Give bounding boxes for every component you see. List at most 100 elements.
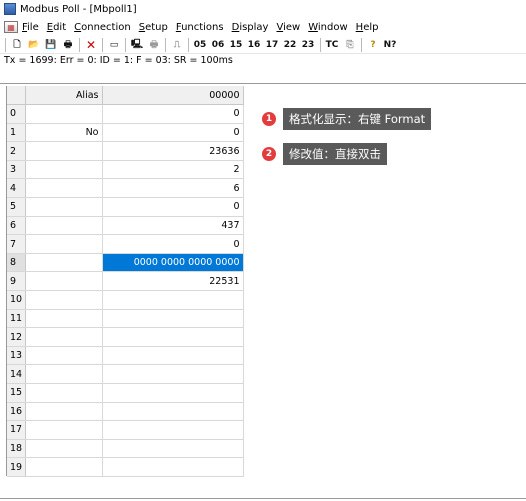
- help-icon[interactable]: ?: [366, 38, 380, 52]
- row-number[interactable]: 0: [7, 104, 26, 124]
- row-number[interactable]: 16: [7, 402, 26, 422]
- value-cell[interactable]: 0: [102, 123, 244, 143]
- alias-cell[interactable]: [25, 104, 103, 124]
- row-number[interactable]: 7: [7, 234, 26, 254]
- menu-functions[interactable]: Functions: [176, 22, 224, 33]
- alias-cell[interactable]: [25, 346, 103, 366]
- alias-cell[interactable]: [25, 178, 103, 199]
- new-file-icon[interactable]: 🗋: [10, 38, 24, 52]
- tc-button[interactable]: TC: [325, 38, 339, 52]
- print-icon[interactable]: 🖶: [61, 38, 75, 52]
- register-grid[interactable]: Alias 00000 0 0 1 No 0 2 23636 3 2 4 6 5 0 6 437 7 0 8 000…: [6, 86, 244, 477]
- bottom-border: [0, 498, 526, 499]
- alias-cell[interactable]: [25, 439, 103, 459]
- value-cell[interactable]: 23636: [102, 141, 244, 161]
- value-column-header[interactable]: 00000: [102, 86, 244, 106]
- value-cell[interactable]: 437: [102, 216, 244, 236]
- menu-display[interactable]: Display: [232, 22, 269, 33]
- alias-cell[interactable]: [25, 160, 103, 180]
- callout-badge: 2: [262, 147, 276, 161]
- value-cell[interactable]: 0: [102, 197, 244, 217]
- fc-05-button[interactable]: 05: [193, 38, 207, 52]
- value-cell[interactable]: [102, 457, 244, 477]
- value-cell[interactable]: [102, 290, 244, 310]
- alias-cell[interactable]: [25, 141, 103, 161]
- alias-cell[interactable]: [25, 290, 103, 310]
- row-number[interactable]: 2: [7, 141, 26, 161]
- menu-connection[interactable]: Connection: [74, 22, 131, 33]
- value-cell[interactable]: [102, 346, 244, 366]
- row-number[interactable]: 10: [7, 290, 26, 310]
- fc-06-button[interactable]: 06: [211, 38, 225, 52]
- row-number[interactable]: 1: [7, 123, 26, 143]
- value-cell[interactable]: [102, 309, 244, 329]
- alias-cell[interactable]: [25, 364, 103, 384]
- table-row: 6 437: [7, 216, 244, 236]
- menu-setup[interactable]: Setup: [139, 22, 168, 33]
- value-cell[interactable]: [102, 327, 244, 347]
- alias-cell[interactable]: [25, 457, 103, 477]
- alias-cell[interactable]: [25, 234, 103, 254]
- row-number[interactable]: 12: [7, 327, 26, 347]
- alias-column-header[interactable]: Alias: [25, 86, 103, 106]
- fc-22-button[interactable]: 22: [283, 38, 297, 52]
- row-number[interactable]: 9: [7, 271, 26, 292]
- alias-cell[interactable]: [25, 327, 103, 347]
- row-number[interactable]: 17: [7, 420, 26, 440]
- row-number[interactable]: 11: [7, 309, 26, 329]
- row-number[interactable]: 15: [7, 383, 26, 403]
- alias-cell[interactable]: [25, 271, 103, 292]
- window-icon[interactable]: ▭: [107, 38, 121, 52]
- fc-15-button[interactable]: 15: [229, 38, 243, 52]
- row-number[interactable]: 13: [7, 346, 26, 366]
- callout-text: 格式化显示：右键 Format: [283, 108, 432, 130]
- alias-cell[interactable]: No: [25, 123, 103, 143]
- row-number[interactable]: 14: [7, 364, 26, 384]
- alias-cell[interactable]: [25, 420, 103, 440]
- menu-window[interactable]: Window: [308, 22, 347, 33]
- left-edge: [0, 86, 4, 501]
- single-read-icon[interactable]: ⎍: [170, 38, 184, 52]
- fc-23-button[interactable]: 23: [301, 38, 315, 52]
- alias-cell[interactable]: [25, 197, 103, 217]
- open-folder-icon[interactable]: 📂: [27, 38, 41, 52]
- alias-cell[interactable]: [25, 309, 103, 329]
- connect-icon[interactable]: 🖳: [130, 38, 144, 52]
- monitor-icon[interactable]: ⎘: [343, 38, 357, 52]
- value-cell[interactable]: 0: [102, 104, 244, 124]
- save-icon[interactable]: 💾: [44, 38, 58, 52]
- delete-icon[interactable]: ✕: [84, 38, 98, 52]
- table-row: 46: [7, 178, 244, 199]
- menu-edit[interactable]: Edit: [47, 22, 66, 33]
- value-cell[interactable]: [102, 439, 244, 459]
- value-cell[interactable]: 0: [102, 234, 244, 254]
- system-menu-icon[interactable]: ▦: [4, 21, 18, 33]
- alias-cell[interactable]: [25, 216, 103, 236]
- row-number[interactable]: 6: [7, 216, 26, 236]
- alias-cell[interactable]: [25, 253, 103, 273]
- context-help-icon[interactable]: N?: [383, 38, 397, 52]
- alias-cell[interactable]: [25, 383, 103, 403]
- value-cell[interactable]: [102, 383, 244, 403]
- row-number[interactable]: 5: [7, 197, 26, 217]
- value-cell[interactable]: 2: [102, 160, 244, 180]
- value-cell-selected[interactable]: 0000 0000 0000 0000: [102, 253, 244, 273]
- row-number[interactable]: 4: [7, 178, 26, 199]
- fc-16-button[interactable]: 16: [247, 38, 261, 52]
- row-number[interactable]: 18: [7, 439, 26, 459]
- value-cell[interactable]: 22531: [102, 271, 244, 292]
- menu-file[interactable]: File: [22, 22, 39, 33]
- corner-cell[interactable]: [7, 86, 26, 106]
- menu-help[interactable]: Help: [356, 22, 379, 33]
- value-cell[interactable]: 6: [102, 178, 244, 199]
- value-cell[interactable]: [102, 364, 244, 384]
- disconnect-icon[interactable]: 🖶: [147, 38, 161, 52]
- row-number[interactable]: 8: [7, 253, 26, 273]
- row-number[interactable]: 19: [7, 457, 26, 477]
- value-cell[interactable]: [102, 420, 244, 440]
- fc-17-button[interactable]: 17: [265, 38, 279, 52]
- value-cell[interactable]: [102, 402, 244, 422]
- alias-cell[interactable]: [25, 402, 103, 422]
- row-number[interactable]: 3: [7, 160, 26, 180]
- menu-view[interactable]: View: [276, 22, 300, 33]
